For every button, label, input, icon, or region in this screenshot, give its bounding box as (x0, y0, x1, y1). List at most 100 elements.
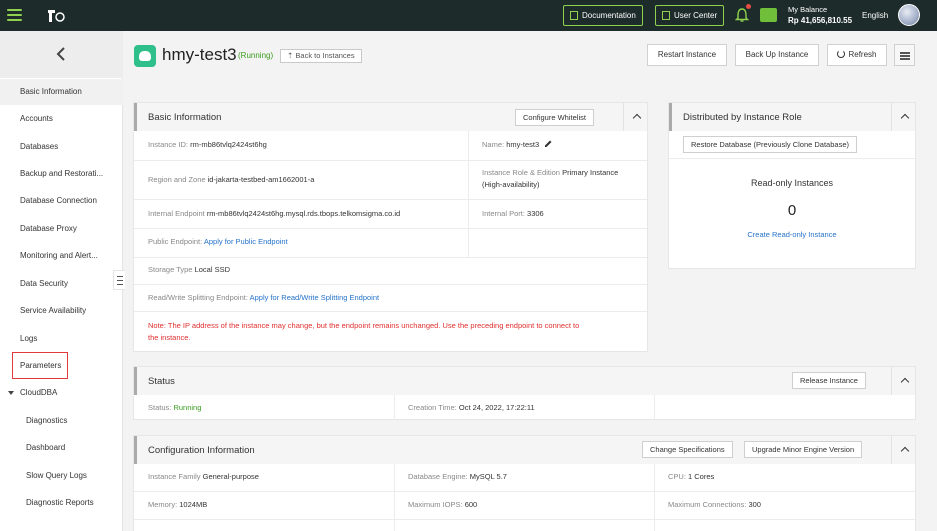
status-row: Status: Running (148, 403, 202, 412)
restart-instance-button[interactable]: Restart Instance (647, 44, 727, 66)
sidebar-group-clouddba[interactable]: CloudDBA (0, 380, 123, 406)
max-connections-row: Maximum Connections: 300 (668, 500, 761, 509)
hamburger-menu-icon[interactable] (7, 9, 22, 21)
distributed-by-role-panel: Distributed by Instance Role Restore Dat… (668, 102, 916, 269)
status-badge: (Running) (238, 51, 274, 60)
change-specifications-button[interactable]: Change Specifications (642, 441, 733, 458)
language-selector[interactable]: English (862, 11, 888, 20)
instance-id-value: rm-mb86tvlq2424st6hg (190, 140, 267, 149)
page-title: hmy-test3 (162, 45, 237, 64)
creation-time-value: Oct 24, 2022, 17:22:11 (458, 403, 535, 412)
panel-title: Configuration Information (148, 445, 255, 456)
panel-title: Basic Information (148, 112, 222, 123)
memory-value: 1024MB (179, 500, 208, 509)
instance-name-row: Name: hmy-test3 (482, 139, 553, 151)
collapse-chevron-icon[interactable] (891, 103, 918, 131)
sidebar-item-databases[interactable]: Databases (0, 134, 123, 160)
configure-whitelist-button[interactable]: Configure Whitelist (515, 109, 594, 126)
sidebar: Basic Information Accounts Databases Bac… (0, 31, 123, 531)
back-up-instance-button[interactable]: Back Up Instance (735, 44, 819, 66)
sidebar-item-slow-query-logs[interactable]: Slow Query Logs (0, 463, 123, 489)
wallet-icon[interactable] (760, 8, 777, 22)
collapse-chevron-icon[interactable] (891, 436, 918, 464)
sidebar-item-database-connection[interactable]: Database Connection (0, 188, 123, 214)
max-iops-row: Maximum IOPS: 600 (408, 500, 478, 509)
status-value: Running (173, 403, 202, 412)
panel-header: Distributed by Instance Role (669, 103, 915, 131)
configuration-panel: Configuration Information Change Specifi… (133, 435, 916, 531)
sidebar-item-parameters[interactable]: Parameters (0, 353, 123, 379)
internal-port-row: Internal Port: 3306 (482, 209, 544, 218)
sidebar-item-monitoring-alerts[interactable]: Monitoring and Alert... (0, 243, 123, 269)
sidebar-item-basic-information[interactable]: Basic Information (0, 79, 123, 105)
notification-badge (746, 4, 751, 9)
endpoint-note-line-2: the instance. (148, 333, 191, 342)
sidebar-item-backup-restoration[interactable]: Backup and Restorati... (0, 161, 123, 187)
collapse-chevron-icon[interactable] (891, 367, 918, 395)
public-endpoint-row: Public Endpoint: Apply for Public Endpoi… (148, 237, 288, 246)
basic-information-panel: Basic Information Configure Whitelist In… (133, 102, 648, 352)
instance-family-value: General-purpose (202, 472, 259, 481)
panel-title: Distributed by Instance Role (683, 112, 802, 123)
database-engine-row: Database Engine: MySQL 5.7 (408, 472, 507, 481)
sidebar-item-dashboard[interactable]: Dashboard (0, 435, 123, 461)
panel-header: Status Release Instance (134, 367, 915, 395)
storage-type-row: Storage Type Local SSD (148, 265, 231, 274)
database-engine-value: MySQL 5.7 (469, 472, 507, 481)
sidebar-item-logs[interactable]: Logs (0, 326, 123, 352)
panel-header: Basic Information Configure Whitelist (134, 103, 647, 131)
region-zone-value: id-jakarta-testbed-am1662001-a (207, 175, 315, 184)
user-center-button[interactable]: User Center (655, 5, 725, 26)
sidebar-item-data-security[interactable]: Data Security (0, 271, 123, 297)
sidebar-collapse-handle-icon[interactable] (113, 270, 125, 290)
list-view-icon[interactable] (894, 44, 915, 66)
region-zone-row: Region and Zone id-jakarta-testbed-am166… (148, 175, 315, 184)
internal-endpoint-row: Internal Endpoint rm-mb86tvlq2424st6hg.m… (148, 209, 401, 218)
brand-logo[interactable] (45, 7, 67, 25)
bell-icon[interactable] (735, 7, 749, 23)
sidebar-item-diagnostic-reports[interactable]: Diagnostic Reports (0, 490, 123, 516)
cpu-value: 1 Cores (688, 472, 715, 481)
max-iops-value: 600 (464, 500, 478, 509)
chevron-left-icon (56, 47, 65, 61)
instance-id-row: Instance ID: rm-mb86tvlq2424st6hg (148, 140, 267, 149)
refresh-button[interactable]: Refresh (827, 44, 887, 66)
creation-time-row: Creation Time: Oct 24, 2022, 17:22:11 (408, 403, 535, 412)
sidebar-item-accounts[interactable]: Accounts (0, 106, 123, 132)
edit-pencil-icon[interactable] (544, 139, 553, 148)
readonly-instances-count: 0 (787, 202, 797, 219)
instance-icon (134, 45, 156, 67)
endpoint-note-line-1: Note: The IP address of the instance may… (148, 321, 580, 330)
instance-role-edition: (High-availability) (482, 180, 540, 189)
sidebar-item-service-availability[interactable]: Service Availability (0, 298, 123, 324)
storage-type-value: Local SSD (194, 265, 231, 274)
collapse-chevron-icon[interactable] (623, 103, 650, 131)
avatar[interactable] (898, 4, 920, 26)
instance-name-value: hmy-test3 (506, 140, 540, 149)
memory-row: Memory: 1024MB (148, 500, 208, 509)
back-to-instances-button[interactable]: ⇡ Back to Instances (280, 49, 362, 63)
create-readonly-instance-link[interactable]: Create Read-only Instance (669, 229, 915, 241)
sidebar-item-diagnostics[interactable]: Diagnostics (0, 408, 123, 434)
monitor-icon (662, 11, 670, 20)
sidebar-item-database-proxy[interactable]: Database Proxy (0, 216, 123, 242)
internal-endpoint-value: rm-mb86tvlq2424st6hg.mysql.rds.tbops.tel… (206, 209, 401, 218)
balance-value: Rp 41,656,810.55 (788, 16, 853, 25)
back-arrow-icon: ⇡ (287, 51, 294, 60)
rw-splitting-endpoint-row: Read/Write Splitting Endpoint: Apply for… (148, 293, 380, 302)
internal-port-value: 3306 (527, 209, 544, 218)
restore-database-button[interactable]: Restore Database (Previously Clone Datab… (683, 136, 857, 153)
apply-public-endpoint-link[interactable]: Apply for Public Endpoint (204, 237, 288, 246)
upgrade-minor-engine-button[interactable]: Upgrade Minor Engine Version (744, 441, 863, 458)
top-navigation-bar: Documentation User Center My Balance Rp … (0, 0, 937, 31)
panel-header: Configuration Information Change Specifi… (134, 436, 915, 464)
cpu-row: CPU: 1 Cores (668, 472, 715, 481)
release-instance-button[interactable]: Release Instance (792, 372, 866, 389)
instance-role-value: Primary Instance (562, 168, 619, 177)
instance-family-row: Instance Family General-purpose (148, 472, 259, 481)
balance-label: My Balance (788, 5, 828, 14)
apply-rw-splitting-link[interactable]: Apply for Read/Write Splitting Endpoint (250, 293, 380, 302)
refresh-icon (837, 50, 846, 58)
sidebar-back-button[interactable] (0, 31, 123, 78)
documentation-button[interactable]: Documentation (563, 5, 643, 26)
